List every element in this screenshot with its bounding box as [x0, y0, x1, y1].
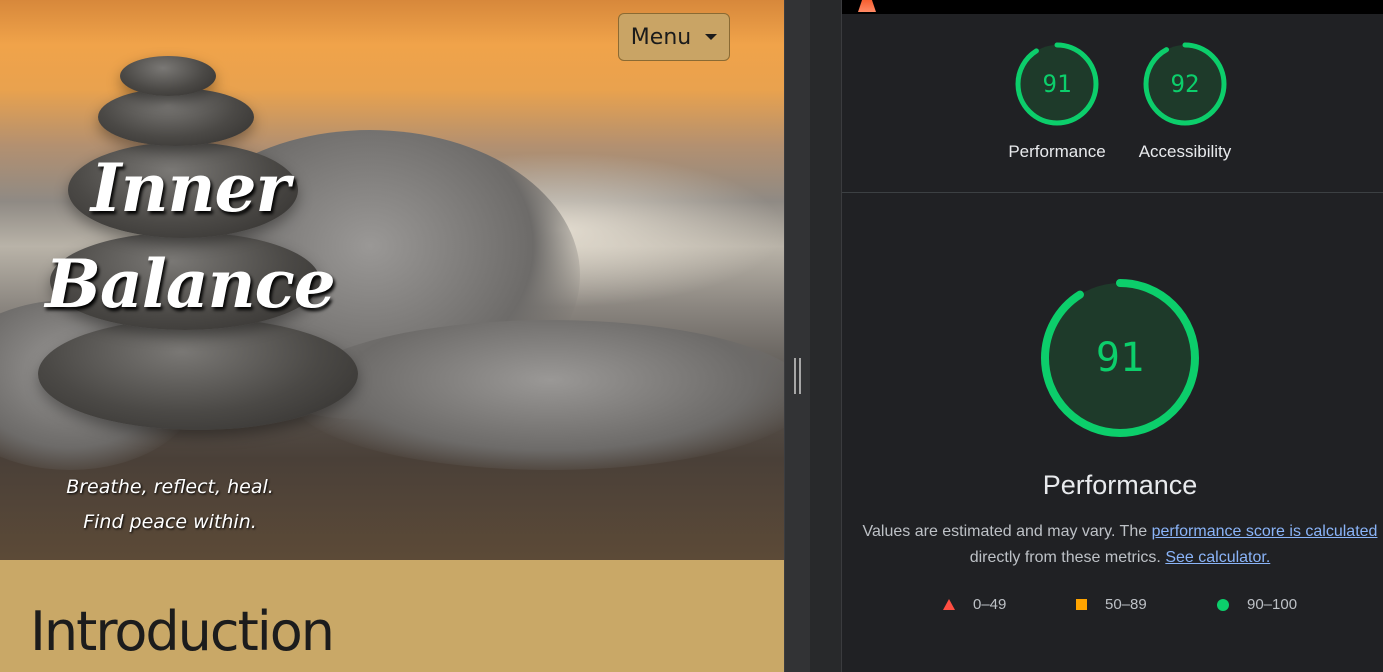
performance-score-value: 91	[1042, 70, 1072, 98]
legend-average: 50–89	[1076, 596, 1147, 613]
site-title: Inner Balance	[40, 140, 340, 332]
site-title-line2: Balance	[45, 245, 336, 323]
performance-description: Values are estimated and may vary. The p…	[862, 519, 1378, 571]
score-calculation-link[interactable]: performance score is calculated	[1152, 523, 1378, 540]
triangle-icon	[943, 599, 955, 610]
lighthouse-report: 91 Performance 92 Accessibility 91 Perfo…	[842, 0, 1383, 672]
desc-text-prefix: Values are estimated and may vary. The	[862, 523, 1152, 540]
stone-decoration	[120, 56, 216, 96]
accessibility-score-value: 92	[1170, 70, 1200, 98]
see-calculator-link[interactable]: See calculator.	[1165, 549, 1270, 566]
performance-main-score-value: 91	[1095, 335, 1145, 381]
menu-button-label: Menu	[630, 24, 692, 50]
intro-heading: Introduction	[30, 600, 335, 663]
performance-score-gauge[interactable]: 91	[1014, 41, 1100, 127]
legend-pass: 90–100	[1217, 596, 1297, 613]
devtools-gutter	[810, 0, 842, 672]
foam-decoration	[290, 320, 784, 470]
stone-decoration	[98, 88, 254, 146]
legend-pass-range: 90–100	[1247, 596, 1298, 613]
site-title-line1: Inner	[90, 149, 291, 227]
performance-score-label[interactable]: Performance	[997, 142, 1117, 162]
circle-icon	[1217, 598, 1229, 611]
legend-fail: 0–49	[943, 596, 1006, 613]
site-preview: Menu Inner Balance Breathe, reflect, hea…	[0, 0, 784, 672]
square-icon	[1076, 599, 1087, 610]
accessibility-score-gauge[interactable]: 92	[1142, 41, 1228, 127]
performance-main-gauge: 91	[1040, 278, 1200, 438]
performance-section-title: Performance	[1042, 470, 1198, 500]
caret-down-icon	[705, 34, 718, 40]
menu-dropdown-button[interactable]: Menu	[618, 13, 730, 61]
hero-image: Menu Inner Balance Breathe, reflect, hea…	[0, 0, 784, 560]
panel-splitter[interactable]	[784, 0, 810, 672]
report-topbar	[842, 0, 1383, 14]
tagline-line1: Breathe, reflect, heal.	[66, 476, 274, 498]
legend-fail-range: 0–49	[973, 596, 1007, 613]
desc-text-middle: directly from these metrics.	[969, 549, 1166, 566]
tagline: Breathe, reflect, heal. Find peace withi…	[40, 470, 300, 540]
accessibility-score-label[interactable]: Accessibility	[1125, 142, 1245, 162]
lighthouse-logo-icon	[858, 0, 876, 12]
stone-decoration	[38, 318, 358, 430]
tagline-line2: Find peace within.	[83, 511, 257, 533]
legend-average-range: 50–89	[1105, 596, 1147, 613]
section-divider	[842, 192, 1383, 193]
drag-handle-icon[interactable]	[794, 358, 801, 394]
